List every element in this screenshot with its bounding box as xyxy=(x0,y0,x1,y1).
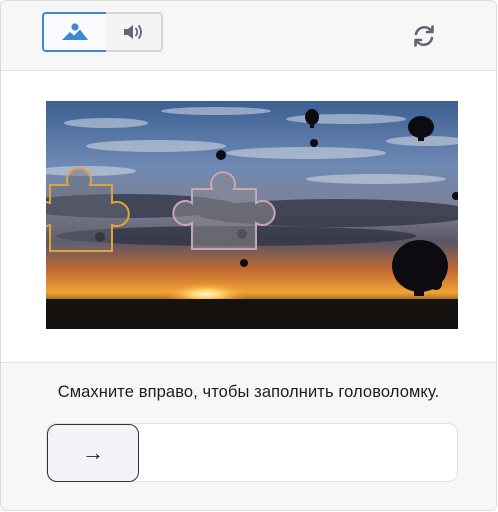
audio-mode-button[interactable] xyxy=(106,12,163,52)
image-mountain-icon xyxy=(62,23,88,40)
captcha-header xyxy=(1,1,496,71)
refresh-icon xyxy=(414,25,434,47)
captcha-widget: Смахните вправо, чтобы заполнить головол… xyxy=(0,0,497,511)
captcha-footer: Смахните вправо, чтобы заполнить головол… xyxy=(1,363,496,510)
speaker-icon xyxy=(123,25,142,39)
image-mode-button[interactable] xyxy=(42,12,108,52)
slider-handle[interactable]: → xyxy=(47,424,139,482)
arrow-right-icon: → xyxy=(82,440,104,465)
puzzle-area xyxy=(1,71,496,363)
instruction-text: Смахните вправо, чтобы заполнить головол… xyxy=(57,383,440,401)
sunset-balloons-image xyxy=(46,101,458,329)
puzzle-background-image xyxy=(46,101,458,329)
refresh-button[interactable] xyxy=(408,20,440,52)
